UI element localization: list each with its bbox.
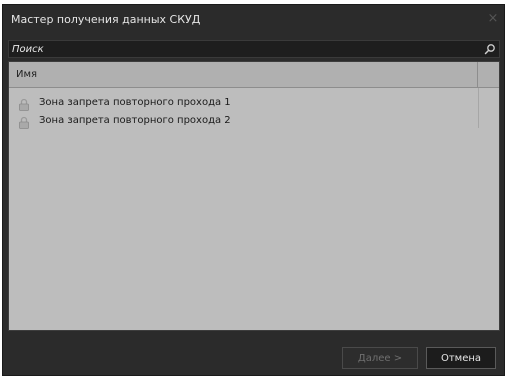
cancel-button[interactable]: Отмена <box>426 347 496 369</box>
search-input[interactable] <box>9 41 479 57</box>
list-header: Имя <box>9 62 499 88</box>
lock-icon <box>19 98 29 111</box>
zone-list: Имя Зона запрета повторного прохода 1 Зо… <box>8 61 500 331</box>
list-item[interactable]: Зона запрета повторного прохода 2 <box>9 113 478 131</box>
column-header-label: Имя <box>16 69 38 80</box>
column-header-extra <box>478 62 499 87</box>
column-header-name[interactable]: Имя <box>9 62 478 87</box>
search-icon[interactable] <box>484 43 496 55</box>
list-item[interactable]: Зона запрета повторного прохода 1 <box>9 95 478 113</box>
list-item-label: Зона запрета повторного прохода 2 <box>39 115 231 126</box>
footer-bar: Далее > Отмена <box>3 336 504 375</box>
window-title: Мастер получения данных СКУД <box>11 13 201 26</box>
close-icon[interactable]: × <box>486 12 500 26</box>
lock-icon <box>19 116 29 129</box>
column-divider <box>478 88 479 128</box>
next-button[interactable]: Далее > <box>342 347 418 369</box>
list-item-label: Зона запрета повторного прохода 1 <box>39 97 231 108</box>
wizard-window: Мастер получения данных СКУД × Имя Зона … <box>2 4 505 376</box>
title-bar: Мастер получения данных СКУД × <box>3 5 504 35</box>
search-bar <box>8 40 500 58</box>
